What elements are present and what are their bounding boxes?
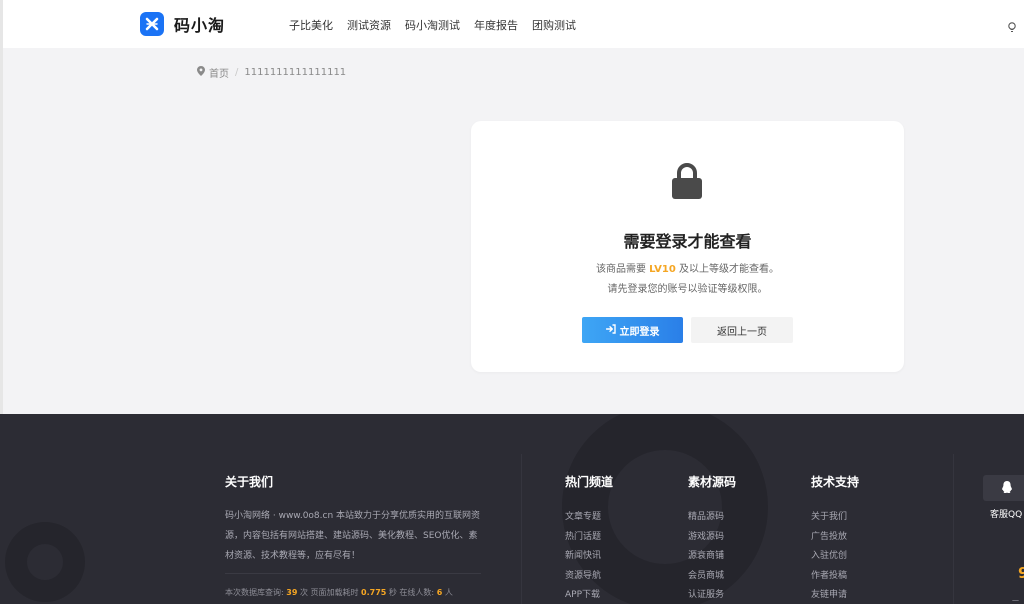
footer-link[interactable]: 认证服务 <box>688 586 724 604</box>
footer-link[interactable]: 游戏源码 <box>688 528 724 548</box>
qq-icon <box>1000 479 1014 498</box>
login-button-label: 立即登录 <box>619 326 660 338</box>
footer-link[interactable]: 会员商城 <box>688 567 724 587</box>
logo-icon <box>140 12 164 36</box>
lock-icon <box>670 162 704 200</box>
stats-online: 6 <box>436 588 443 597</box>
back-button-label: 返回上一页 <box>717 326 767 338</box>
site-header: 码小淘 子比美化 测试资源 码小淘测试 年度报告 团购测试 <box>0 0 1024 48</box>
qq-service-label: 客服QQ <box>990 510 1023 520</box>
stats-suffix: 人 <box>444 588 453 597</box>
link-list-hot-channels: 文章专题 热门话题 新闻快讯 资源导航 APP下载 <box>565 508 601 604</box>
qq-service-button[interactable] <box>983 475 1024 501</box>
stats-prefix: 本次数据库查询: <box>225 588 284 597</box>
lightbulb-icon[interactable] <box>1006 18 1018 33</box>
nav-item-test-resources[interactable]: 测试资源 <box>347 17 391 33</box>
side-number: 9 <box>1018 564 1024 582</box>
footer-link[interactable]: 源衰商铺 <box>688 547 724 567</box>
map-pin-icon <box>197 66 205 79</box>
footer-link[interactable]: APP下载 <box>565 586 601 604</box>
desc-line-1: 该商品需要 LV10 及以上等级才能查看。 <box>471 260 904 280</box>
footer-link[interactable]: 精品源码 <box>688 508 724 528</box>
stats-queries: 39 <box>286 588 298 597</box>
card-description: 该商品需要 LV10 及以上等级才能查看。 请先登录您的账号以验证等级权限。 <box>471 260 904 300</box>
site-stats: 本次数据库查询: 39 次 页面加载耗时 0.775 秒 在线人数: 6 人 <box>225 587 453 598</box>
stats-mid1: 次 页面加载耗时 <box>299 588 359 597</box>
footer-link[interactable]: 资源导航 <box>565 567 601 587</box>
link-list-tech-support: 关于我们 广告投放 入驻优创 作者投稿 友链申请 <box>811 508 847 604</box>
left-gutter <box>0 48 3 414</box>
footer-divider <box>521 454 522 604</box>
stats-mid2: 秒 在线人数: <box>388 588 435 597</box>
about-title: 关于我们 <box>225 475 274 489</box>
breadcrumb-separator: / <box>235 67 239 78</box>
footer-decoration-ring-small <box>5 522 85 602</box>
sign-in-icon <box>605 323 616 337</box>
breadcrumb-home[interactable]: 首页 <box>209 65 229 80</box>
footer-link[interactable]: 文章专题 <box>565 508 601 528</box>
desc-suffix: 及以上等级才能查看。 <box>679 264 780 275</box>
footer-link[interactable]: 关于我们 <box>811 508 847 528</box>
footer-link[interactable]: 热门话题 <box>565 528 601 548</box>
site-footer: 关于我们 码小淘网络 · www.0o8.cn 本站致力于分享优质实用的互联网资… <box>0 414 1024 604</box>
col-title-tech-support: 技术支持 <box>811 475 860 489</box>
desc-line-2: 请先登录您的账号以验证等级权限。 <box>607 284 768 295</box>
logo-text: 码小淘 <box>174 16 226 35</box>
breadcrumb-current: 1111111111111111 <box>244 67 347 78</box>
footer-link[interactable]: 友链申请 <box>811 586 847 604</box>
login-required-card: 需要登录才能查看 该商品需要 LV10 及以上等级才能查看。 请先登录您的账号以… <box>471 121 904 372</box>
link-list-source-materials: 精品源码 游戏源码 源衰商铺 会员商城 认证服务 <box>688 508 724 604</box>
level-badge: LV10 <box>649 264 676 275</box>
main-nav: 子比美化 测试资源 码小淘测试 年度报告 团购测试 <box>289 17 576 33</box>
card-title: 需要登录才能查看 <box>623 232 752 251</box>
col-title-source-materials: 素材源码 <box>688 475 737 489</box>
stats-load-time: 0.775 <box>361 588 387 597</box>
site-logo[interactable]: 码小淘 <box>140 12 225 36</box>
breadcrumb: 首页 / 1111111111111111 <box>197 65 346 80</box>
nav-item-zibi-beautify[interactable]: 子比美化 <box>289 17 333 33</box>
col-title-hot-channels: 热门频道 <box>565 475 614 489</box>
login-button[interactable]: 立即登录 <box>582 317 683 343</box>
nav-item-group-buy-test[interactable]: 团购测试 <box>532 17 576 33</box>
about-text: 码小淘网络 · www.0o8.cn 本站致力于分享优质实用的互联网资源，内容包… <box>225 511 481 561</box>
footer-link[interactable]: 广告投放 <box>811 528 847 548</box>
footer-divider-right <box>953 454 954 604</box>
desc-prefix: 该商品需要 <box>595 264 646 275</box>
nav-item-mxt-test[interactable]: 码小淘测试 <box>405 17 460 33</box>
side-truncated-text: — <box>1012 596 1019 604</box>
about-divider <box>225 573 481 574</box>
footer-link[interactable]: 作者投稿 <box>811 567 847 587</box>
footer-link[interactable]: 入驻优创 <box>811 547 847 567</box>
back-button[interactable]: 返回上一页 <box>691 317 793 343</box>
nav-item-annual-report[interactable]: 年度报告 <box>474 17 518 33</box>
footer-link[interactable]: 新闻快讯 <box>565 547 601 567</box>
